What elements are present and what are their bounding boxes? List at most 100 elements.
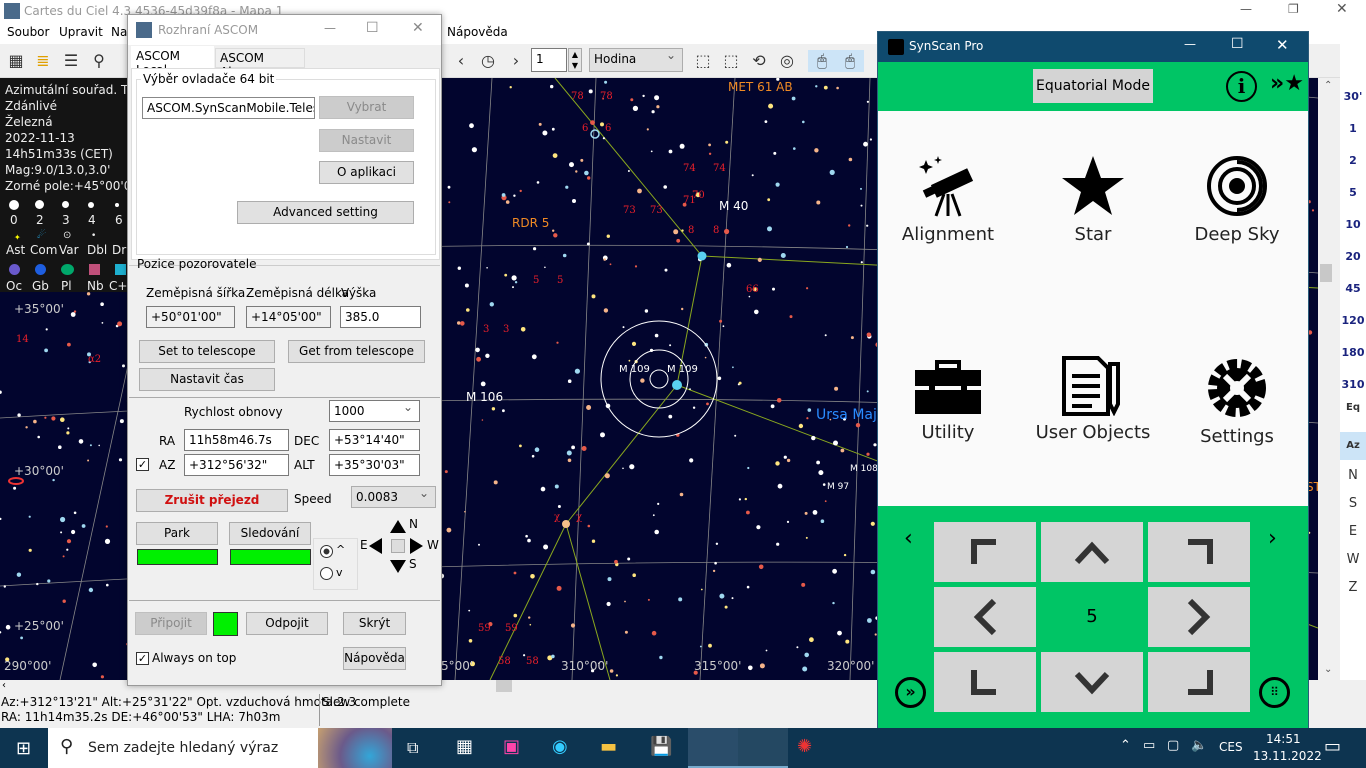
h-scroll-thumb[interactable] [496,680,512,692]
label-m108[interactable]: M 108 [850,464,878,474]
calculator-icon[interactable]: ▦ [456,736,473,757]
tray-chevron-icon[interactable]: ⌃ [1120,738,1131,753]
refresh-rate-select[interactable]: 1000 [329,400,420,422]
menu-napoveda[interactable]: Nápověda [447,25,508,39]
always-on-top-checkbox[interactable]: ✓ [136,652,149,665]
close-icon[interactable]: ✕ [1276,36,1289,54]
maximize-icon[interactable]: ☐ [366,20,379,36]
search-icon[interactable]: ⚲ [88,50,110,72]
set-to-telescope-button[interactable]: Set to telescope [139,340,275,363]
rate-increase-icon[interactable]: › [1268,526,1277,551]
dec-field[interactable]: +53°14'40" [329,429,420,451]
move-down-left-button[interactable] [934,652,1036,712]
goto-star-icon[interactable]: »★ [1270,71,1304,96]
star-button[interactable]: Star [1023,154,1163,245]
move-left-button[interactable] [934,587,1036,647]
fov-button[interactable]: 30' [1340,90,1366,103]
scroll-thumb[interactable] [1320,264,1332,282]
scroll-down-icon[interactable]: ⌄ [1324,664,1332,675]
app-task-icon[interactable]: ✺ [797,736,812,757]
direction-w-button[interactable]: W [1340,552,1366,567]
move-down-button[interactable] [1041,652,1143,712]
menu-soubor[interactable]: Soubor [7,25,49,39]
move-up-right-button[interactable] [1148,522,1250,582]
menu-upravit[interactable]: Upravit [59,25,103,39]
label-m109b[interactable]: M 109 [667,364,698,375]
help-button[interactable]: Nápověda [343,647,406,670]
clock-date[interactable]: 13.11.2022 [1253,749,1322,763]
label-m97[interactable]: M 97 [827,482,849,492]
label-m106[interactable]: M 106 [466,390,503,404]
stop-move-button[interactable] [391,539,405,553]
move-east-button[interactable] [369,538,382,554]
taskbar-search[interactable]: ⚲ Sem zadejte hledaný výraz [48,728,392,768]
close-icon[interactable]: ✕ [1336,1,1348,17]
fov-button[interactable]: 2 [1340,154,1366,167]
direction-e-button[interactable]: E [1340,524,1366,539]
direction-s-button[interactable]: S [1340,496,1366,511]
grid-az-button[interactable]: Az [1340,432,1366,460]
scroll-left-icon[interactable]: ‹ [2,680,6,691]
settings-button[interactable]: Settings [1167,356,1307,447]
rate-decrease-icon[interactable]: ‹ [904,526,913,551]
abort-slew-button[interactable]: Zrušit přejezd [136,489,288,512]
direction-n-button[interactable]: N [1340,468,1366,483]
advanced-setting-button[interactable]: Advanced setting [237,201,414,224]
minimize-icon[interactable]: — [324,21,336,35]
label-rdr[interactable]: RDR 5 [512,216,549,230]
scroll-up-icon[interactable]: ⌃ [1324,80,1332,91]
tab-ascom-alpaca[interactable]: ASCOM Alpaca [215,48,305,79]
cartes-du-ciel-task-icon[interactable] [738,728,788,768]
move-west-button[interactable] [410,538,423,554]
grid-eq-button[interactable]: Eq [1340,402,1366,413]
save-app-icon[interactable]: 💾 [650,736,672,757]
disconnect-button[interactable]: Odpojit [246,612,328,635]
longitude-field[interactable]: +14°05'00" [246,306,331,328]
clock-time[interactable]: 14:51 [1266,732,1301,746]
fov-button[interactable]: 1 [1340,122,1366,135]
task-view-icon[interactable]: ⧉ [407,738,418,758]
setup-driver-button[interactable]: Nastavit [319,129,414,152]
deep-sky-button[interactable]: Deep Sky [1167,154,1307,245]
time-step-input[interactable]: 1 [531,48,567,72]
zoom-out-icon[interactable]: ⬚ [720,50,742,72]
radio-up[interactable] [320,545,333,558]
time-unit-select[interactable]: Hodina [589,48,683,72]
fov-button[interactable]: 120 [1340,314,1366,327]
edge-icon[interactable]: ◉ [552,736,568,757]
keypad-icon[interactable]: ⠿ [1259,677,1290,708]
user-objects-button[interactable]: User Objects [1023,356,1163,443]
center-icon[interactable]: ◎ [776,50,798,72]
tracking-button[interactable]: Sledování [229,522,311,545]
mouse-connect-icon[interactable]: 🖱 [808,50,836,72]
label-m109a[interactable]: M 109 [619,364,650,375]
zoom-in-icon[interactable]: ⬚ [692,50,714,72]
hide-button[interactable]: Skrýt [343,612,406,635]
mouse-lock-icon[interactable]: 🖱 [836,50,864,72]
network-icon[interactable]: ▢ [1167,738,1179,753]
az-checkbox[interactable]: ✓ [136,458,149,471]
rotate-icon[interactable]: ⟲ [748,50,770,72]
radio-down[interactable] [320,567,333,580]
fov-button[interactable]: 310 [1340,378,1366,391]
minimize-icon[interactable]: — [1240,2,1252,16]
equatorial-mode-button[interactable]: Equatorial Mode [1033,69,1153,103]
notifications-icon[interactable]: ▭ [1324,736,1341,757]
fov-button[interactable]: 5 [1340,186,1366,199]
speed-select[interactable]: 0.0083 [351,486,436,508]
park-button[interactable]: Park [136,522,218,545]
tab-ascom-local[interactable]: ASCOM Local [131,46,214,77]
synscan-task-icon[interactable] [688,728,738,768]
utility-button[interactable]: Utility [878,356,1018,443]
volume-icon[interactable]: 🔈 [1191,738,1207,753]
move-south-button[interactable] [390,560,406,573]
calendar-icon[interactable]: ▦ [5,50,27,72]
label-ursa-major[interactable]: Ursa Maj [816,407,877,423]
minimize-icon[interactable]: — [1184,37,1196,51]
select-driver-button[interactable]: Vybrat [319,96,414,119]
connect-button[interactable]: Připojit [135,612,207,635]
fov-button[interactable]: 20 [1340,250,1366,263]
move-up-left-button[interactable] [934,522,1036,582]
back-icon[interactable]: ‹ [450,50,472,72]
fov-button[interactable]: 180 [1340,346,1366,359]
